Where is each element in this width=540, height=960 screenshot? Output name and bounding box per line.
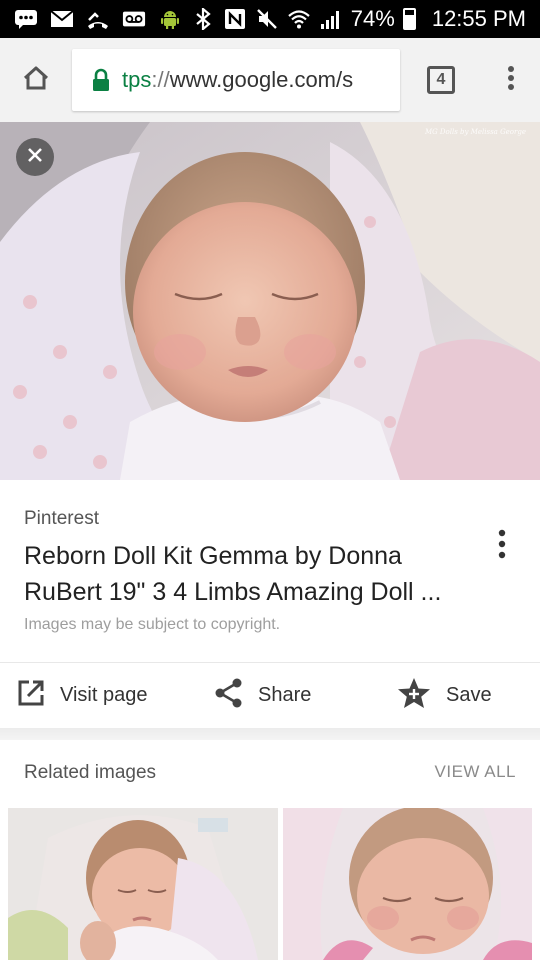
url-host: www.google.com/s	[169, 67, 354, 92]
image-preview[interactable]: MG Dolls by Melissa George	[0, 122, 540, 480]
wifi-icon	[287, 7, 311, 31]
mute-icon	[255, 7, 279, 31]
battery-icon	[402, 8, 416, 30]
action-bar: Visit page Share Save	[0, 662, 540, 728]
view-all-button[interactable]: VIEW ALL	[435, 762, 516, 782]
related-images-title: Related images	[24, 762, 157, 783]
result-source: Pinterest	[24, 508, 99, 529]
nfc-icon	[223, 7, 247, 31]
image-watermark: MG Dolls by Melissa George	[424, 128, 526, 136]
browser-menu-button[interactable]	[482, 38, 540, 122]
browser-toolbar: tps://www.google.com/s 4	[0, 38, 540, 122]
close-preview-button[interactable]	[16, 138, 54, 176]
result-more-button[interactable]	[486, 524, 518, 568]
related-images-section: Related images VIEW ALL	[0, 740, 540, 960]
close-icon	[27, 147, 43, 168]
related-photo-2	[283, 808, 532, 960]
mail-icon	[50, 7, 74, 31]
tab-switcher-button[interactable]: 4	[400, 38, 482, 122]
home-button[interactable]	[0, 38, 72, 122]
url-separator: ://	[151, 67, 170, 92]
result-title[interactable]: Reborn Doll Kit Gemma by Donna RuBert 19…	[24, 538, 474, 610]
home-icon	[22, 65, 50, 96]
bluetooth-icon	[191, 7, 215, 31]
clock: 12:55 PM	[431, 6, 526, 31]
chat-notification-icon	[14, 7, 38, 31]
lock-icon	[90, 68, 112, 92]
signal-icon	[319, 7, 343, 31]
related-photo-1	[8, 808, 278, 960]
save-button[interactable]: Save	[396, 663, 492, 729]
share-button[interactable]: Share	[214, 663, 311, 729]
android-icon	[158, 7, 182, 31]
share-icon	[214, 677, 244, 714]
more-vert-icon	[507, 65, 515, 96]
battery-percent: 74%	[350, 6, 395, 31]
related-image-thumbnail[interactable]	[283, 808, 532, 960]
save-label: Save	[446, 684, 492, 706]
share-label: Share	[258, 684, 312, 706]
star-plus-icon	[396, 676, 432, 715]
url-scheme: tps	[122, 67, 152, 92]
url-bar[interactable]: tps://www.google.com/s	[72, 49, 400, 111]
status-bar: 74% 12:55 PM	[0, 0, 540, 38]
voicemail-icon	[122, 7, 146, 31]
more-vert-icon	[498, 529, 506, 564]
open-in-new-icon	[16, 678, 46, 713]
result-info-card: Pinterest Reborn Doll Kit Gemma by Donna…	[0, 480, 540, 662]
baby-photo	[0, 122, 540, 480]
copyright-notice: Images may be subject to copyright.	[24, 616, 281, 633]
tab-count: 4	[427, 66, 455, 94]
visit-page-label: Visit page	[60, 684, 148, 706]
section-divider	[0, 728, 540, 740]
related-image-thumbnail[interactable]	[8, 808, 278, 960]
visit-page-button[interactable]: Visit page	[16, 663, 147, 729]
missed-call-icon	[86, 7, 110, 31]
